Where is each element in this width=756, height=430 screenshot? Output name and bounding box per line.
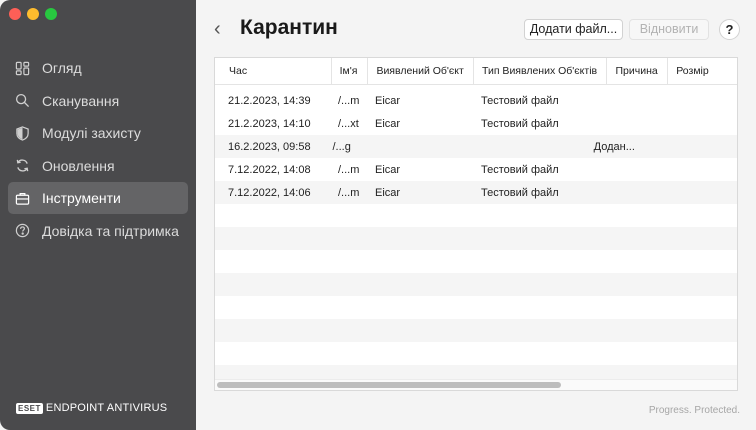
cell-name: /...m	[338, 163, 360, 176]
maximize-window-button[interactable]	[45, 8, 57, 20]
sidebar-item-label: Огляд	[42, 60, 82, 76]
column-header-name[interactable]: Ім'я	[332, 58, 369, 84]
shield-icon	[14, 125, 30, 141]
cell-detection-type: Тестовий файл	[481, 186, 559, 199]
column-header-detection-type[interactable]: Тип Виявлених Об'єктів	[474, 58, 608, 84]
empty-row	[215, 319, 737, 342]
column-header-time[interactable]: Час	[215, 58, 332, 84]
sidebar-item-label: Модулі захисту	[42, 125, 141, 141]
empty-row	[215, 204, 737, 227]
column-header-detected-object[interactable]: Виявлений Об'єкт	[368, 58, 475, 84]
cell-time: 7.12.2022, 14:08	[228, 163, 311, 176]
footer-tagline: Progress. Protected.	[648, 405, 740, 416]
main-panel: ‹ Карантин Додати файл... Відновити ? Ча…	[196, 0, 756, 430]
cell-time: 16.2.2023, 09:58	[228, 140, 311, 153]
product-name: ENDPOINT ANTIVIRUS	[45, 402, 168, 414]
add-file-button[interactable]: Додати файл...	[524, 19, 623, 40]
minimize-window-button[interactable]	[27, 8, 39, 20]
cell-detection-type: Тестовий файл	[481, 94, 559, 107]
brand: ESET ENDPOINT ANTIVIRUS	[16, 402, 167, 414]
cell-detected-object: Eicar	[375, 94, 401, 107]
sidebar-item-tools[interactable]: Інструменти	[8, 182, 188, 214]
table-header: Час Ім'я Виявлений Об'єкт Тип Виявлених …	[215, 58, 737, 85]
page-title: Карантин	[240, 16, 338, 39]
column-header-reason[interactable]: Причина	[607, 58, 669, 84]
table-row[interactable]: 21.2.2023, 14:10 /...xt Eicar Тестовий ф…	[215, 112, 737, 135]
cell-name: /...g	[332, 140, 351, 153]
quarantine-table: Час Ім'я Виявлений Об'єкт Тип Виявлених …	[214, 57, 738, 391]
cell-time: 7.12.2022, 14:06	[228, 186, 311, 199]
back-chevron-icon[interactable]: ‹	[214, 18, 228, 40]
eset-logo: ESET	[16, 402, 43, 414]
help-circle-icon	[14, 223, 30, 239]
cell-detection-type: Тестовий файл	[481, 163, 559, 176]
briefcase-icon	[14, 190, 30, 206]
window-controls	[9, 8, 57, 20]
restore-button[interactable]: Відновити	[629, 19, 709, 40]
empty-row	[215, 296, 737, 319]
scrollbar-thumb[interactable]	[217, 382, 561, 388]
sidebar-item-update[interactable]: Оновлення	[8, 150, 188, 182]
sidebar-item-label: Інструменти	[42, 190, 121, 206]
cell-detected-object: Eicar	[375, 186, 401, 199]
empty-row	[215, 273, 737, 296]
cell-time: 21.2.2023, 14:10	[228, 117, 311, 130]
empty-row	[215, 250, 737, 273]
table-body: 21.2.2023, 14:39 /...m Eicar Тестовий фа…	[215, 89, 737, 388]
cell-overflow: 19	[713, 141, 737, 153]
app-window: Огляд Сканування Модулі захисту Оновленн…	[0, 0, 756, 430]
help-button[interactable]: ?	[719, 19, 740, 40]
sidebar-nav: Огляд Сканування Модулі захисту Оновленн…	[8, 52, 188, 247]
cell-detected-object: Eicar	[375, 117, 401, 130]
cell-name: /...m	[338, 186, 360, 199]
cell-detection-type: Тестовий файл	[481, 117, 559, 130]
cell-detected-object: Eicar	[375, 163, 401, 176]
close-window-button[interactable]	[9, 8, 21, 20]
refresh-icon	[14, 158, 30, 174]
sidebar-item-label: Сканування	[42, 92, 120, 109]
cell-name: /...xt	[338, 117, 359, 130]
sidebar-item-protection[interactable]: Модулі захисту	[8, 117, 188, 149]
cell-name: /...m	[338, 94, 360, 107]
horizontal-scrollbar[interactable]	[215, 379, 737, 390]
sidebar-item-scan[interactable]: Сканування	[8, 85, 188, 117]
empty-row	[215, 227, 737, 250]
sidebar-item-help[interactable]: Довідка та підтримка	[8, 215, 188, 247]
search-icon	[14, 93, 30, 109]
column-header-size[interactable]: Розмір	[668, 58, 737, 84]
table-row[interactable]: 16.2.2023, 09:58 /...g Додан... 19	[215, 135, 737, 158]
sidebar-item-label: Довідка та підтримка	[42, 222, 179, 239]
overview-grid-icon	[14, 60, 30, 76]
sidebar-item-label: Оновлення	[42, 157, 115, 174]
sidebar: Огляд Сканування Модулі захисту Оновленн…	[0, 0, 196, 430]
table-row[interactable]: 7.12.2022, 14:06 /...m Eicar Тестовий фа…	[215, 181, 737, 204]
cell-reason: Додан...	[593, 140, 635, 153]
empty-row	[215, 342, 737, 365]
table-row[interactable]: 7.12.2022, 14:08 /...m Eicar Тестовий фа…	[215, 158, 737, 181]
sidebar-item-overview[interactable]: Огляд	[8, 52, 188, 84]
table-row[interactable]: 21.2.2023, 14:39 /...m Eicar Тестовий фа…	[215, 89, 737, 112]
cell-time: 21.2.2023, 14:39	[228, 94, 311, 107]
